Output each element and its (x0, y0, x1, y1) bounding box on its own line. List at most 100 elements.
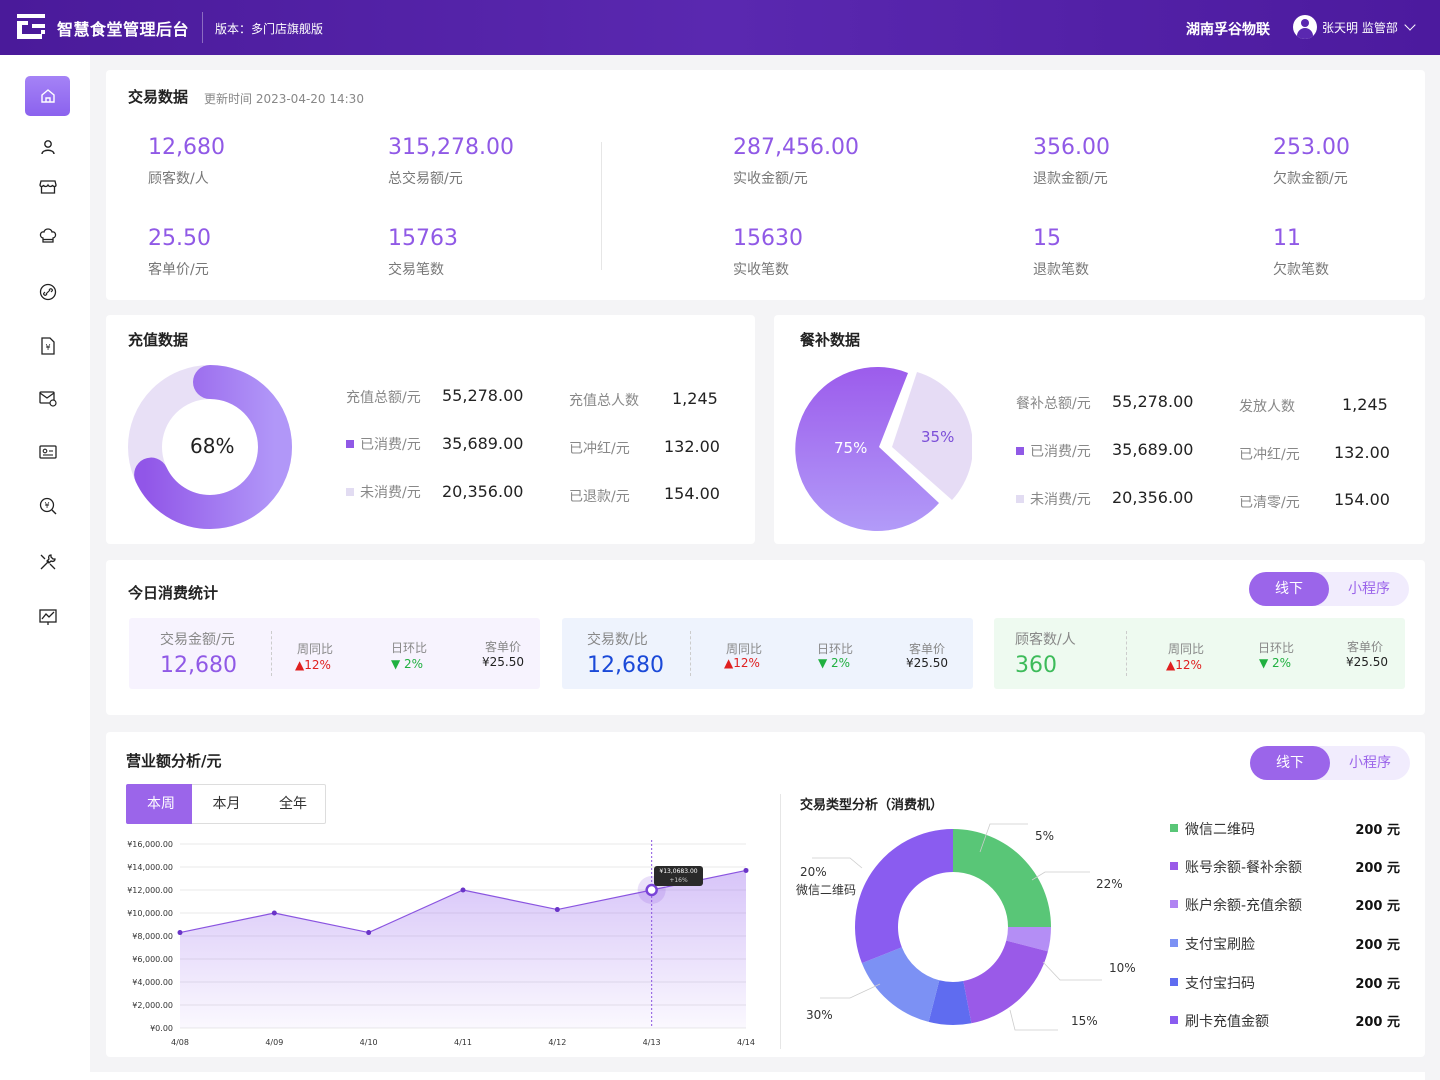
toggle-miniprogram-button[interactable]: 小程序 (1330, 746, 1410, 780)
today-title: 今日消费统计 (128, 584, 219, 602)
toggle-miniprogram-button[interactable]: 小程序 (1329, 572, 1409, 606)
sidebar-item-user[interactable] (25, 127, 70, 167)
logo-icon (17, 14, 45, 39)
y-tick-label: ¥4,000.00 (132, 978, 173, 987)
next-card-edge (90, 1072, 1425, 1080)
row-value: 55,278.00 (1112, 392, 1194, 411)
row-label: 充值总额/元 (346, 390, 421, 406)
revenue-channel-toggle: 线下 小程序 (1250, 746, 1410, 780)
toggle-offline-button[interactable]: 线下 (1250, 746, 1330, 780)
avatar (1293, 15, 1317, 39)
stat-avg-label: 客单价 (908, 642, 945, 656)
version-label: 版本：多门店旗舰版 (215, 22, 324, 36)
toggle-offline-button[interactable]: 线下 (1249, 572, 1329, 606)
data-point-highlight[interactable] (645, 883, 658, 897)
x-tick-label: 4/08 (171, 1038, 189, 1047)
legend-item: 支付宝刷脸 200 元 (1170, 934, 1400, 954)
stat-dod-value: ▼ 2% (817, 656, 851, 670)
sidebar-item-store[interactable] (25, 166, 70, 206)
revenue-divider (780, 794, 781, 1049)
stat-card-count: 交易数/比 12,680 周同比 ▲12% 日环比 ▼ 2% 客单价 ¥25.5… (562, 618, 973, 689)
user-menu[interactable]: 张天明 监管部 (1293, 15, 1416, 39)
chef-hat-icon (39, 228, 56, 243)
stat-divider (271, 631, 272, 676)
sidebar-item-home[interactable] (25, 76, 70, 116)
recharge-percent: 68% (190, 434, 235, 458)
donut-callout: 20% (800, 865, 827, 879)
sidebar-item-finance[interactable]: ¥ (25, 486, 70, 526)
stat-avg-value: ¥25.50 (906, 656, 948, 670)
stat-divider (1126, 631, 1127, 676)
row-label: 未消费/元 (346, 482, 421, 502)
data-point[interactable] (460, 887, 466, 893)
stat-title: 交易数/比 (587, 632, 648, 648)
chart-icon (38, 609, 57, 625)
legend-swatch (1016, 495, 1024, 503)
row-value: 35,689.00 (442, 434, 524, 453)
stat-card-amount: 交易金额/元 12,680 周同比 ▲12% 日环比 ▼ 2% 客单价 ¥25.… (129, 618, 540, 689)
recharge-title: 充值数据 (128, 331, 189, 349)
kpi-label: 实收笔数 (733, 262, 789, 278)
legend-swatch (1016, 447, 1024, 455)
sidebar-item-card[interactable] (25, 432, 70, 472)
kpi-label: 客单价/元 (148, 262, 209, 278)
row-label: 充值总人数 (569, 393, 639, 409)
stat-wow-label: 周同比 (1167, 642, 1204, 656)
link-icon (39, 283, 56, 301)
sidebar-item-report[interactable] (25, 597, 70, 637)
stat-title: 顾客数/人 (1015, 632, 1076, 648)
sidebar-item-chef[interactable] (25, 216, 70, 256)
tab-month[interactable]: 本月 (192, 784, 262, 824)
sidebar-item-bill[interactable]: ¥ (25, 326, 70, 366)
kpi-label: 欠款笔数 (1273, 262, 1329, 278)
x-tick-label: 4/10 (360, 1038, 378, 1047)
legend-item: 账号余额-餐补余额 200 元 (1170, 857, 1400, 877)
stat-title: 交易金额/元 (160, 632, 235, 648)
chart-tooltip: ¥13,0683.00 +16% (654, 866, 703, 886)
row-label: 已退款/元 (569, 489, 630, 505)
data-point[interactable] (554, 907, 560, 913)
header-divider (202, 12, 203, 43)
kpi-value: 315,278.00 (388, 135, 514, 160)
top-bar: 智慧食堂管理后台 版本：多门店旗舰版 湖南孚谷物联 张天明 监管部 (0, 0, 1440, 55)
kpi-value: 11 (1273, 226, 1301, 251)
tab-week[interactable]: 本周 (126, 784, 196, 824)
row-value: 154.00 (1334, 490, 1390, 509)
row-label: 已清零/元 (1239, 495, 1300, 511)
row-label: 餐补总额/元 (1016, 396, 1091, 412)
mail-icon (38, 391, 57, 407)
store-icon (38, 180, 57, 194)
sidebar-item-link[interactable] (25, 272, 70, 312)
y-tick-label: ¥12,000.00 (127, 886, 173, 895)
stat-dod-value: ▼ 2% (1258, 656, 1292, 670)
stat-value: 12,680 (587, 653, 664, 678)
stat-value: 360 (1015, 653, 1057, 678)
stat-wow-label: 周同比 (296, 642, 333, 656)
kpi-value: 253.00 (1273, 135, 1350, 160)
y-tick-label: ¥8,000.00 (132, 932, 173, 941)
data-point[interactable] (271, 910, 277, 916)
sidebar-item-tools[interactable] (25, 542, 70, 582)
stat-dod-label: 日环比 (1257, 641, 1294, 655)
legend-swatch (1170, 862, 1178, 870)
company-name: 湖南孚谷物联 (1186, 22, 1270, 38)
stat-wow-value: ▲12% (724, 656, 760, 670)
tooltip-change: +16% (669, 877, 688, 884)
legend-item: 微信二维码 200 元 (1170, 819, 1400, 839)
data-point[interactable] (743, 867, 749, 873)
row-label: 已消费/元 (1016, 441, 1091, 461)
tab-year[interactable]: 全年 (261, 784, 326, 824)
row-value: 35,689.00 (1112, 440, 1194, 459)
data-point[interactable] (177, 930, 183, 936)
kpi-label: 总交易额/元 (388, 171, 463, 187)
kpi-label: 顾客数/人 (148, 171, 209, 187)
stat-avg-value: ¥25.50 (482, 655, 524, 669)
subsidy-pie (795, 367, 972, 532)
kpi-value: 287,456.00 (733, 135, 859, 160)
recharge-card: 充值数据 68% 充值总额/元 55,278.00 已消费/元 35,689.0… (106, 315, 755, 544)
data-point[interactable] (366, 930, 372, 936)
donut-callout-lines (812, 823, 1102, 1031)
sidebar-item-message[interactable] (25, 378, 70, 418)
donut-title: 交易类型分析（消费机） (800, 798, 944, 813)
stat-card-customers: 顾客数/人 360 周同比 ▲12% 日环比 ▼ 2% 客单价 ¥25.50 (994, 618, 1405, 689)
